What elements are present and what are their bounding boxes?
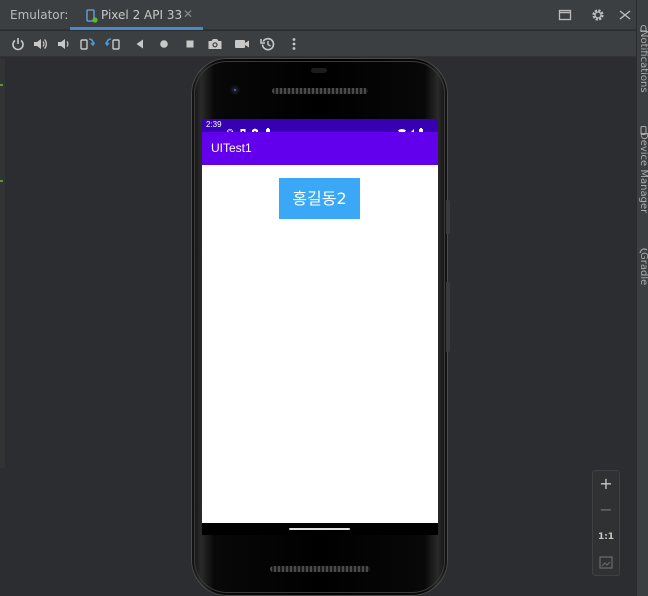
device-screen[interactable]: 2:39 UITest1 홍길동2 [202,119,438,523]
bottom-speaker-grille [270,566,370,572]
app-toolbar: UITest1 [202,132,438,165]
snapshot-icon[interactable] [260,36,276,52]
app-title: UITest1 [211,141,252,155]
wifi-icon [398,121,406,136]
sim-icon [239,121,247,135]
camera-icon[interactable] [207,36,223,52]
close-tab-icon[interactable]: ✕ [182,8,194,20]
proximity-sensor [311,68,327,73]
side-tool-label: Device Manager [638,132,648,214]
device-manager-icon [639,120,648,135]
fit-screen-icon[interactable] [593,553,619,573]
android-status-bar: 2:39 [202,119,438,136]
status-time: 2:39 [206,120,222,129]
volume-down-icon[interactable] [55,36,71,52]
top-speaker-grille [272,88,368,94]
home-icon[interactable] [156,36,172,52]
gutter-change-marker [0,180,3,182]
more-options-icon[interactable] [617,7,633,23]
battery-saver-icon [264,121,272,136]
zoom-controls: + − 1:1 [592,470,620,576]
name-button[interactable]: 홍길동2 [279,178,360,219]
right-tool-strip: Notifications Device Manager Gradle [636,0,648,596]
rotate-left-icon[interactable] [79,36,95,52]
panel-title: Emulator: [10,8,69,22]
volume-up-icon[interactable] [32,36,48,52]
gutter-change-marker [0,84,3,86]
overview-icon[interactable] [182,36,198,52]
tab-pixel-2-api-33[interactable]: Pixel 2 API 33 ✕ [70,0,203,30]
left-gutter [0,58,5,468]
device-power-key [446,200,450,234]
battery-icon [417,121,425,136]
zoom-in-button[interactable]: + [593,474,619,494]
phone-run-icon [84,8,98,23]
emulator-toolbar [0,31,636,57]
settings-icon [226,121,234,136]
bell-icon [639,18,648,32]
power-icon[interactable] [10,36,26,52]
settings-gear-icon[interactable] [590,7,606,23]
signal-icon [407,121,415,135]
gradle-icon [639,240,648,254]
side-tool-label: Gradle [638,252,648,286]
active-tab-indicator [70,27,203,30]
shield-icon [251,121,259,136]
rotate-right-icon[interactable] [105,36,121,52]
back-icon[interactable] [132,36,148,52]
screen-record-icon[interactable] [234,36,250,52]
actual-size-button[interactable]: 1:1 [593,527,619,547]
app-content: 홍길동2 [202,165,438,523]
restore-window-icon[interactable] [557,7,573,23]
device-volume-key [446,282,450,352]
tab-label: Pixel 2 API 33 [101,8,183,22]
extended-controls-icon[interactable] [286,36,302,52]
front-camera-icon [230,85,240,95]
home-gesture-pill[interactable] [289,528,350,530]
emulator-tab-bar: Emulator: Pixel 2 API 33 ✕ [0,0,636,30]
side-tool-label: Notifications [638,30,648,93]
zoom-out-button[interactable]: − [593,500,619,520]
